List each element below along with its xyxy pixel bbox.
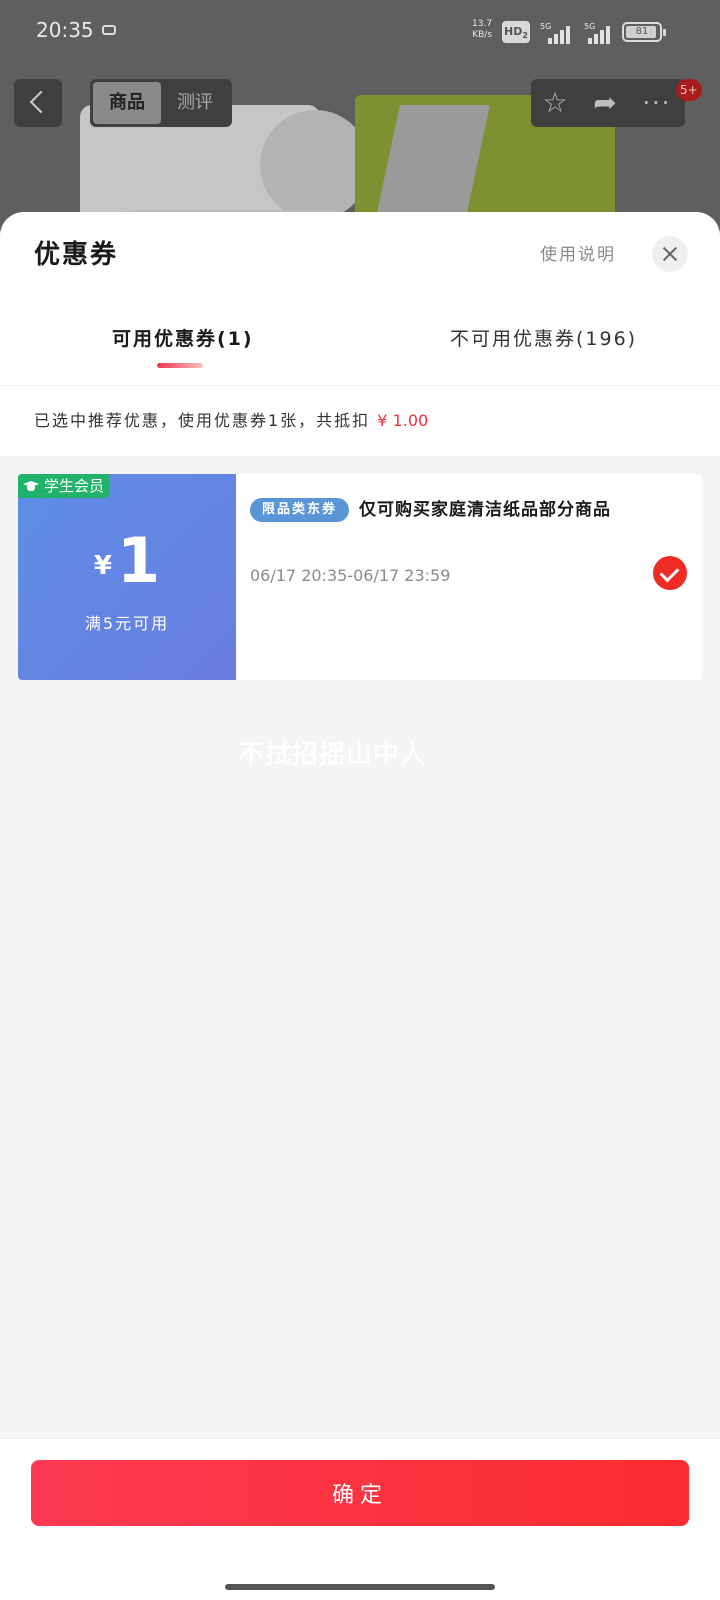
- tissue-roll-image: [260, 110, 370, 220]
- discount-summary: 已选中推荐优惠，使用优惠券1张，共抵扣 ¥ 1.00: [0, 386, 720, 456]
- status-bar: 20:35 13.7 KB/s HD2 5G 5G 81: [0, 0, 720, 66]
- back-button[interactable]: [14, 79, 62, 127]
- summary-amount: ¥ 1.00: [377, 411, 429, 430]
- coupon-scope: 限品类东券 仅可购买家庭清洁纸品部分商品: [250, 494, 640, 526]
- active-tab-indicator: [157, 363, 203, 368]
- coupon-tabs: 可用优惠券(1) 不可用优惠券(196): [0, 312, 720, 386]
- coupon-details: 限品类东券 仅可购买家庭清洁纸品部分商品 06/17 20:35-06/17 23…: [250, 474, 702, 680]
- tab-available-coupons[interactable]: 可用优惠券(1): [112, 324, 254, 351]
- coupon-card[interactable]: 学生会员 ¥ 1 满5元可用 限品类东券 仅可购买家庭清洁纸品部分商品 06/17…: [18, 474, 702, 680]
- watermark: 不拭招摇山中人: [238, 740, 428, 770]
- coupon-threshold: 满5元可用: [84, 614, 170, 633]
- status-time: 20:35: [36, 18, 94, 42]
- student-member-tag: 学生会员: [18, 474, 111, 498]
- home-indicator[interactable]: [225, 1584, 495, 1590]
- close-button[interactable]: [652, 236, 688, 272]
- sheet-title: 优惠券: [34, 240, 119, 270]
- tab-unavailable-coupons[interactable]: 不可用优惠券(196): [450, 324, 637, 351]
- coupon-sheet: 优惠券 使用说明 可用优惠券(1) 不可用优惠券(196) 已选中推荐优惠，使用…: [0, 212, 720, 1600]
- sheet-footer: 确定: [0, 1438, 720, 1600]
- tab-review[interactable]: 测评: [161, 82, 229, 124]
- graduation-cap-icon: [22, 479, 40, 493]
- checkmark-icon[interactable]: [653, 556, 687, 590]
- share-icon[interactable]: ➦: [589, 87, 621, 119]
- nav-actions: ☆ ➦ ···: [531, 79, 685, 127]
- summary-text: 已选中推荐优惠，使用优惠券1张，共抵扣: [34, 411, 371, 430]
- usage-instructions-link[interactable]: 使用说明: [540, 240, 616, 265]
- network-speed: 13.7 KB/s: [472, 19, 493, 40]
- signal-icon: 5G: [584, 22, 614, 44]
- category-coupon-tag: 限品类东券: [250, 498, 350, 522]
- tab-product[interactable]: 商品: [93, 82, 161, 124]
- coupon-value-panel: 学生会员 ¥ 1 满5元可用: [18, 474, 236, 680]
- star-icon[interactable]: ☆: [539, 87, 571, 119]
- coupon-scope-text: 仅可购买家庭清洁纸品部分商品: [359, 500, 612, 520]
- hd-voice-icon: HD2: [502, 21, 530, 43]
- coupon-amount: ¥ 1: [93, 524, 161, 597]
- battery-icon: 81: [622, 22, 666, 42]
- back-icon: [29, 90, 53, 114]
- message-count-badge: 5+: [676, 79, 702, 101]
- vibrate-icon: [102, 25, 116, 35]
- confirm-button[interactable]: 确定: [31, 1460, 689, 1526]
- coupon-validity: 06/17 20:35-06/17 23:59: [250, 566, 451, 585]
- product-tabs: 商品 测评: [90, 79, 232, 127]
- more-icon[interactable]: ···: [641, 87, 673, 119]
- sheet-header: 优惠券 使用说明 可用优惠券(1) 不可用优惠券(196): [0, 212, 720, 386]
- signal-icon: 5G: [540, 22, 570, 44]
